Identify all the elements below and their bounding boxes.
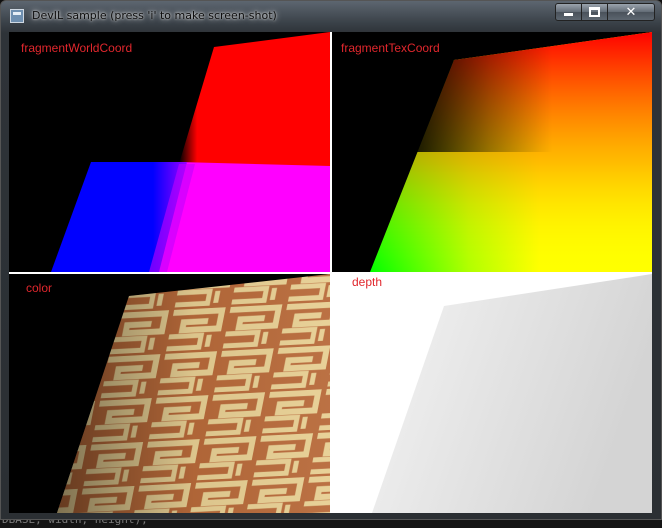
pane-label-world-coord: fragmentWorldCoord [21, 41, 133, 55]
minimize-button[interactable] [555, 3, 582, 21]
pane-divider-horizontal [9, 272, 652, 274]
depth-surface [372, 274, 652, 513]
color-texture-render [57, 274, 330, 513]
maximize-icon [589, 7, 600, 17]
title-bar[interactable]: DevIL sample (press 'i' to make screen-s… [1, 1, 661, 31]
pane-label-tex-coord: fragmentTexCoord [341, 41, 440, 55]
window-title: DevIL sample (press 'i' to make screen-s… [32, 9, 277, 22]
close-button[interactable]: ✕ [607, 3, 655, 21]
depth-render [372, 274, 652, 513]
pane-fragment-tex-coord: fragmentTexCoord [332, 32, 652, 272]
pane-label-color: color [26, 281, 53, 295]
close-icon: ✕ [625, 5, 637, 20]
maximize-button[interactable] [581, 3, 608, 21]
pane-color: color [9, 274, 330, 513]
caption-buttons: ✕ [555, 3, 655, 23]
pane-label-depth: depth [352, 275, 383, 289]
tex-coord-render [370, 32, 652, 272]
app-window: DevIL sample (press 'i' to make screen-s… [0, 0, 662, 520]
world-coord-render [51, 32, 330, 272]
pane-fragment-world-coord: fragmentWorldCoord [9, 32, 330, 272]
minimize-icon [564, 13, 573, 16]
render-viewport[interactable]: fragmentWorldCoord fragmentTexCoord colo… [9, 32, 652, 513]
texture-shading [57, 274, 330, 513]
app-window-icon[interactable] [10, 9, 24, 23]
pane-depth: depth [332, 274, 652, 513]
world-red-region [179, 32, 330, 167]
